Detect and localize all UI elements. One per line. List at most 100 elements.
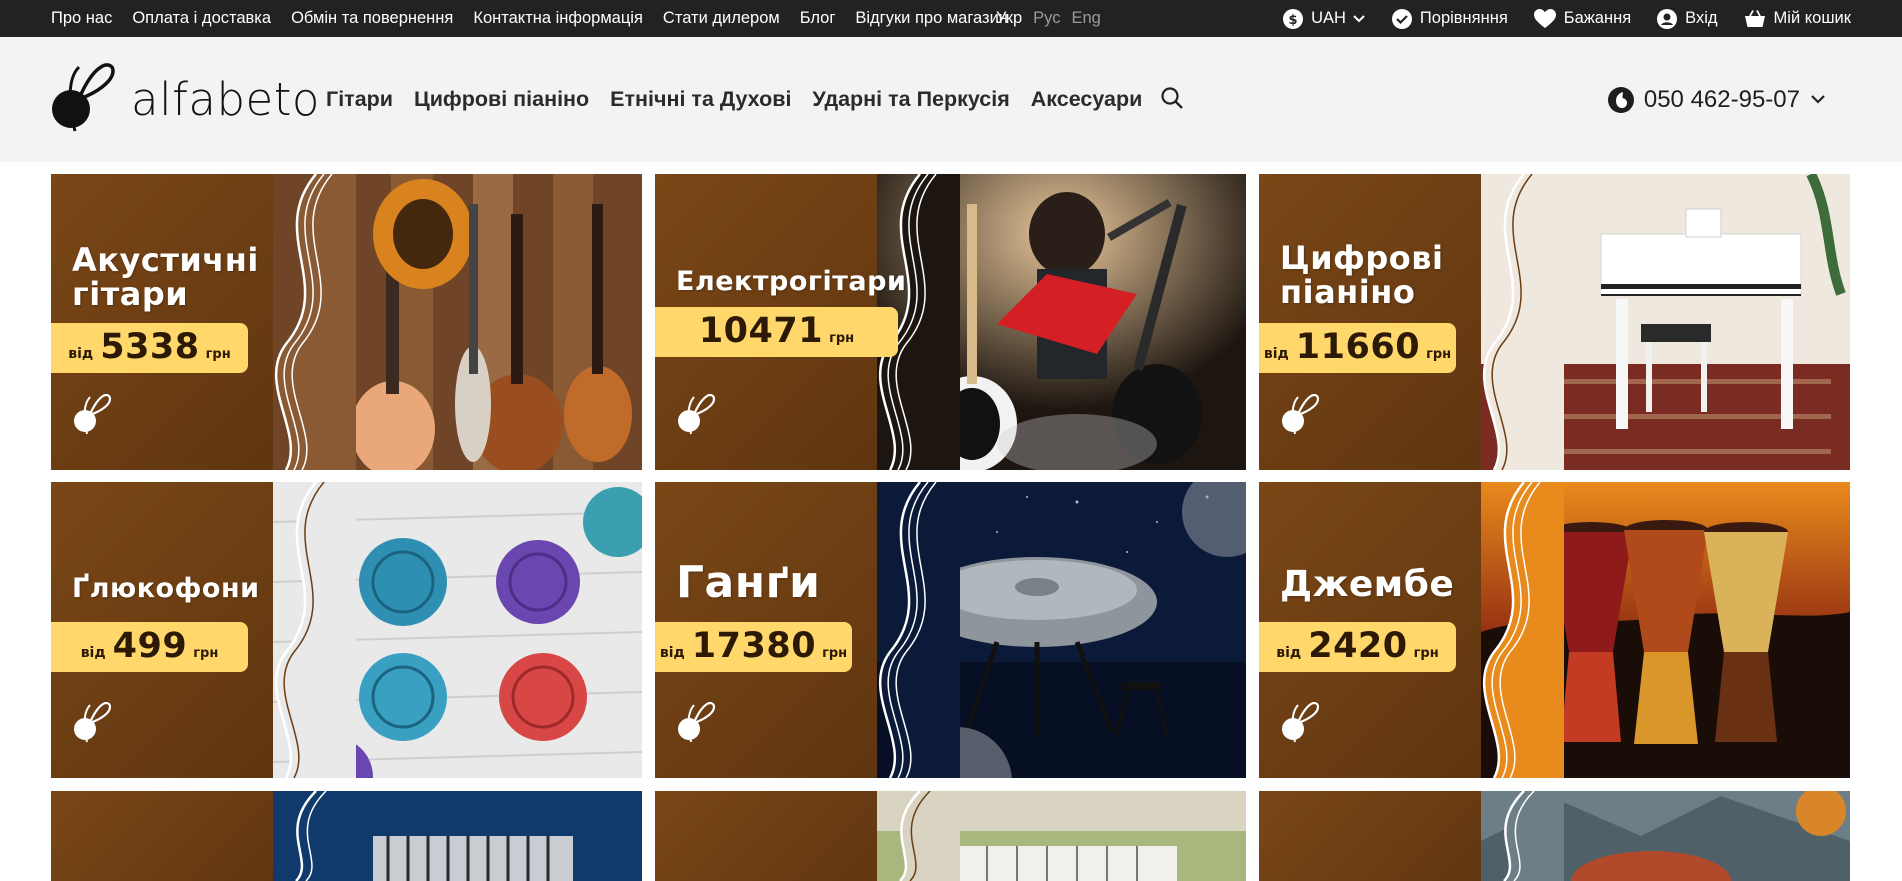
lang-ukr[interactable]: Укр: [996, 9, 1022, 28]
site-logo[interactable]: alfabeto: [51, 63, 320, 135]
price-amount: 10471: [698, 311, 824, 351]
alfabeto-mini-logo-icon: [678, 702, 716, 743]
banner-price: від 11660 грн: [1259, 323, 1456, 373]
cart-link[interactable]: Мій кошик: [1744, 9, 1851, 29]
top-link-contacts[interactable]: Контактна інформація: [473, 9, 643, 28]
price-currency: грн: [822, 646, 848, 661]
price-amount: 17380: [691, 626, 817, 666]
music-staff-decoration: [1482, 482, 1564, 778]
banner-title-line1: Акустичні: [72, 241, 259, 279]
nav-ethnic-wind[interactable]: Етнічні та Духові: [610, 87, 791, 112]
alfabeto-mini-logo-icon: [678, 394, 716, 435]
banner-digital-pianos[interactable]: Цифрові піаніно від 11660 грн: [1259, 174, 1850, 470]
lang-eng[interactable]: Eng: [1071, 9, 1100, 28]
banner-title: Акустичні гітари: [72, 241, 259, 313]
alfabeto-mini-logo-icon: [74, 702, 112, 743]
currency-label: UAH: [1311, 9, 1346, 27]
nav-guitars[interactable]: Гітари: [326, 87, 393, 112]
top-link-about[interactable]: Про нас: [51, 9, 112, 28]
banner-title-line1: Цифрові: [1280, 239, 1444, 277]
banner-title-line2: піаніно: [1280, 272, 1416, 311]
lang-rus[interactable]: Рус: [1033, 9, 1060, 28]
top-link-become-dealer[interactable]: Стати дилером: [663, 9, 780, 28]
check-circle-icon: [1391, 8, 1412, 29]
banner-title-line1: Ганґи: [676, 557, 821, 608]
phone-number: 050 462-95-07: [1643, 85, 1800, 113]
price-from: від: [68, 346, 94, 362]
price-amount: 499: [112, 626, 188, 666]
banner-title-line2: гітари: [72, 274, 189, 313]
cart-label: Мій кошик: [1773, 9, 1851, 27]
search-icon: [1161, 87, 1183, 109]
banner-title: Ганґи: [676, 557, 821, 608]
music-staff-decoration: [899, 791, 960, 881]
language-switcher: Укр Рус Eng: [996, 0, 1112, 37]
music-staff-decoration: [295, 791, 356, 881]
banner-price: від 499 грн: [51, 622, 248, 672]
chevron-down-icon: [1811, 95, 1825, 104]
top-link-reviews[interactable]: Відгуки про магазин: [855, 9, 1008, 28]
alfabeto-mini-logo-icon: [1282, 394, 1320, 435]
nav-accessories[interactable]: Аксесуари: [1031, 87, 1143, 112]
price-currency: грн: [1413, 646, 1439, 661]
music-staff-decoration: [274, 482, 356, 778]
price-currency: грн: [829, 331, 855, 346]
banner-djembe[interactable]: Джембе від 2420 грн: [1259, 482, 1850, 778]
nav-drums-percussion[interactable]: Ударні та Перкусія: [812, 87, 1009, 112]
chevron-down-icon: [1353, 14, 1365, 22]
price-currency: грн: [193, 646, 219, 661]
logo-wordmark: alfabeto: [131, 72, 320, 126]
user-icon: [1657, 8, 1678, 29]
login-link[interactable]: Вхід: [1657, 8, 1718, 29]
music-staff-decoration: [1482, 174, 1564, 470]
top-link-blog[interactable]: Блог: [800, 9, 836, 28]
music-staff-decoration: [878, 482, 960, 778]
phone-dropdown[interactable]: 050 462-95-07: [1607, 37, 1826, 162]
banner-price: від 2420 грн: [1259, 622, 1456, 672]
search-button[interactable]: [1160, 86, 1184, 115]
top-link-exchange-return[interactable]: Обмін та повернення: [291, 9, 453, 28]
price-currency: грн: [1426, 347, 1452, 362]
banner-acoustic-guitars[interactable]: Акустичні гітари від 5338 грн: [51, 174, 642, 470]
banner-title: Джембе: [1280, 566, 1454, 604]
wishlist-link[interactable]: Бажання: [1533, 8, 1631, 29]
price-from: від: [80, 645, 106, 661]
alfabeto-mini-logo-icon: [74, 394, 112, 435]
alfabeto-mini-logo-icon: [1282, 702, 1320, 743]
banner-electric-guitars[interactable]: Електрогітари 10471 грн: [655, 174, 1246, 470]
banner-title: Цифрові піаніно: [1280, 239, 1444, 311]
nav-digital-pianos[interactable]: Цифрові піаніно: [414, 87, 589, 112]
svg-text:$: $: [1289, 13, 1298, 28]
banner-price: 10471 грн: [655, 307, 898, 357]
banner-price: від 5338 грн: [51, 323, 248, 373]
compare-link[interactable]: Порівняння: [1391, 8, 1508, 29]
banner-title: Ґлюкофони: [72, 573, 260, 604]
price-from: від: [1263, 346, 1289, 362]
price-from: від: [659, 645, 685, 661]
banner-title-line1: Ґлюкофони: [72, 573, 260, 604]
top-bar: Про нас Оплата і доставка Обмін та повер…: [0, 0, 1902, 37]
banner-title-line1: Електрогітари: [676, 266, 907, 297]
currency-icon: $: [1283, 8, 1304, 29]
top-links: Про нас Оплата і доставка Обмін та повер…: [51, 0, 1028, 37]
compare-label: Порівняння: [1419, 9, 1508, 27]
banner-tongue-drums[interactable]: Ґлюкофони від 499 грн: [51, 482, 642, 778]
banner-title-line1: Джембе: [1280, 564, 1455, 605]
price-amount: 2420: [1308, 626, 1408, 666]
heart-icon: [1533, 8, 1556, 28]
alfabeto-logo-icon: [52, 63, 115, 132]
price-amount: 5338: [100, 327, 200, 367]
currency-selector[interactable]: $ UAH: [1283, 8, 1366, 29]
music-staff-decoration: [274, 174, 356, 470]
price-amount: 11660: [1295, 327, 1421, 367]
price-currency: грн: [205, 347, 231, 362]
banner-row3-1[interactable]: [51, 791, 642, 881]
basket-icon: [1744, 9, 1765, 27]
banner-price: від 17380 грн: [655, 622, 852, 672]
banner-handpans[interactable]: Ганґи від 17380 грн: [655, 482, 1246, 778]
top-bar-actions: $ UAH Порівняння Бажання Вхід Мій кошик: [1257, 0, 1851, 37]
banner-row3-2[interactable]: [655, 791, 1246, 881]
top-link-payment-delivery[interactable]: Оплата і доставка: [132, 9, 271, 28]
banner-row3-3[interactable]: [1259, 791, 1850, 881]
music-staff-decoration: [1503, 791, 1564, 881]
